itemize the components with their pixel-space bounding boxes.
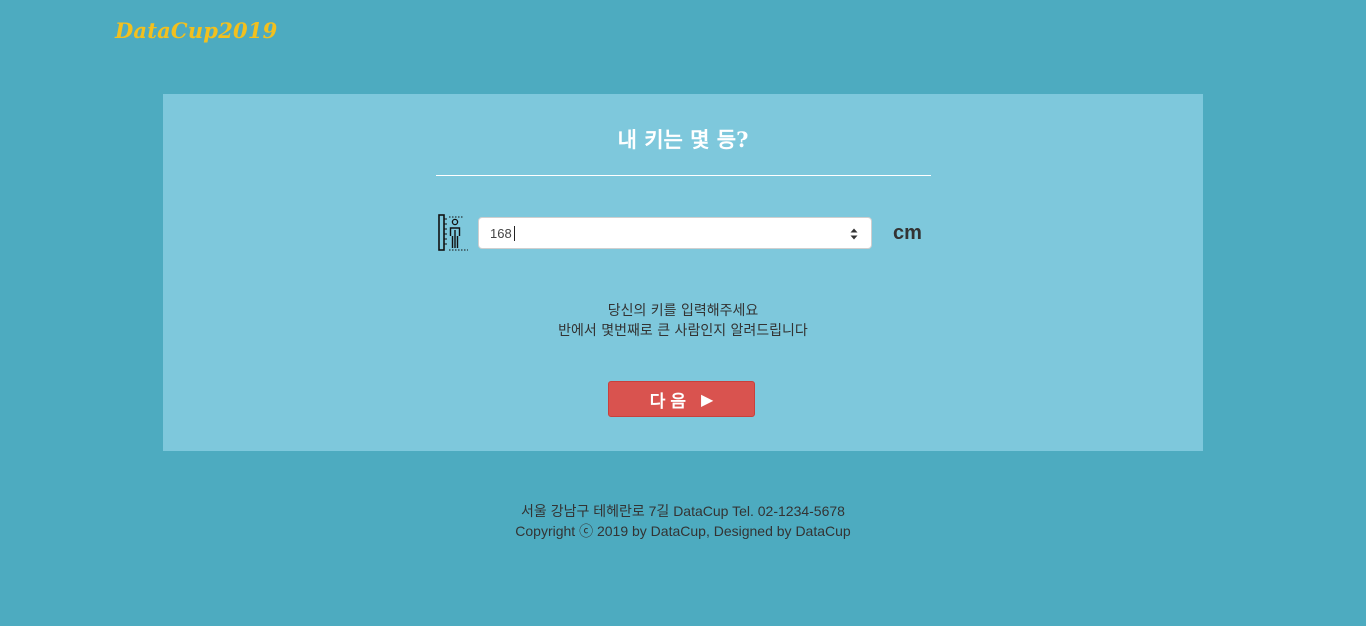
height-input-field[interactable] [478,217,872,249]
number-spinner-icon[interactable] [849,226,859,242]
text-caret [514,226,515,241]
person-height-ruler-icon [438,214,468,251]
page-title: 내 키는 몇 등? [617,127,749,152]
instruction-line: 반에서 몇번째로 큰 사람인지 알려드립니다 [558,323,808,339]
title-divider [436,175,931,176]
instruction-line: 당신의 키를 입력해주세요 [607,303,759,319]
footer-copyright: Copyright ⓒ 2019 by DataCup, Designed by… [515,523,851,539]
play-icon: ▶ [700,389,714,409]
instructions: 당신의 키를 입력해주세요 반에서 몇번째로 큰 사람인지 알려드립니다 [0,301,1366,341]
footer: 서울 강남구 테헤란로 7길 DataCup Tel. 02-1234-5678… [0,501,1366,541]
next-button[interactable]: 다음 ▶ [608,381,755,417]
height-input[interactable] [479,218,871,248]
unit-label: cm [893,222,922,244]
next-button-label: 다음 [649,391,691,412]
footer-address: 서울 강남구 테헤란로 7길 DataCup Tel. 02-1234-5678 [521,503,845,519]
site-logo[interactable]: DataCup2019 [115,18,277,43]
